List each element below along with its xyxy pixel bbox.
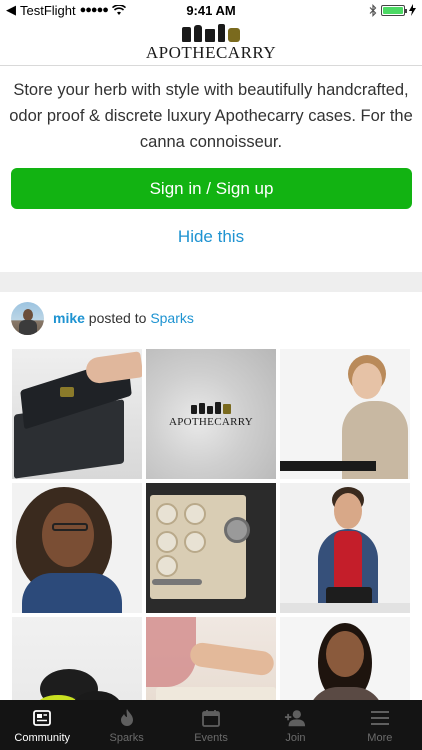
woman-portrait-image[interactable] [12, 483, 142, 613]
tab-join[interactable]: Join [253, 700, 337, 750]
tab-community-label: Community [14, 731, 71, 744]
battery-icon [381, 4, 407, 16]
tab-join-label: Join [285, 731, 306, 744]
menu-icon [369, 707, 391, 729]
tab-sparks[interactable]: Sparks [84, 700, 168, 750]
back-to-app-icon[interactable]: ◀ [6, 2, 16, 18]
avatar[interactable] [11, 301, 44, 335]
post-group-link[interactable]: Sparks [150, 310, 194, 326]
bluetooth-icon [369, 3, 377, 17]
mini-logo-text: APOTHECARRY [169, 415, 253, 428]
post-byline: mike posted to Sparks [53, 310, 194, 326]
woman-presenting-image[interactable] [280, 349, 410, 479]
status-bar: ◀ TestFlight ●●●●● 9:41 AM [0, 0, 422, 20]
tab-events[interactable]: Events [169, 700, 253, 750]
tab-sparks-label: Sparks [109, 731, 144, 744]
open-case-image[interactable] [146, 483, 276, 613]
tab-more-label: More [367, 731, 393, 744]
section-separator [0, 272, 422, 292]
tab-bar: Community Sparks Events Join More [0, 700, 422, 750]
community-icon [31, 707, 53, 729]
man-presenting-image[interactable] [280, 483, 410, 613]
wifi-icon [111, 4, 126, 15]
apothecarry-logo-image[interactable]: APOTHECARRY [146, 349, 276, 479]
signal-icon: ●●●●● [79, 4, 109, 16]
post-image-gallery: APOTHECARRY [12, 349, 410, 747]
post-header: mike posted to Sparks [11, 300, 194, 336]
post-verb: posted to [84, 310, 151, 326]
logo-text: APOTHECARRY [145, 43, 277, 62]
intro-text: Store your herb with style with beautifu… [9, 81, 413, 151]
app-header: APOTHECARRY [0, 20, 422, 66]
tab-more[interactable]: More [338, 700, 422, 750]
apothecarry-logo-icon [182, 22, 240, 42]
post-author-link[interactable]: mike [53, 310, 85, 326]
calendar-icon [200, 707, 222, 729]
flame-icon [116, 707, 138, 729]
intro-section: Store your herb with style with beautifu… [0, 67, 422, 272]
black-case-image[interactable] [12, 349, 142, 479]
mini-logo-icon [191, 401, 231, 414]
hide-this-link[interactable]: Hide this [0, 227, 422, 247]
tab-events-label: Events [194, 731, 228, 744]
tab-community[interactable]: Community [0, 700, 84, 750]
status-left: ◀ TestFlight ●●●●● [6, 2, 126, 18]
carrier-label: TestFlight [20, 2, 76, 18]
signin-signup-button[interactable]: Sign in / Sign up [11, 168, 412, 209]
status-right [369, 3, 416, 17]
add-user-icon [284, 707, 306, 729]
charging-icon [409, 4, 416, 16]
